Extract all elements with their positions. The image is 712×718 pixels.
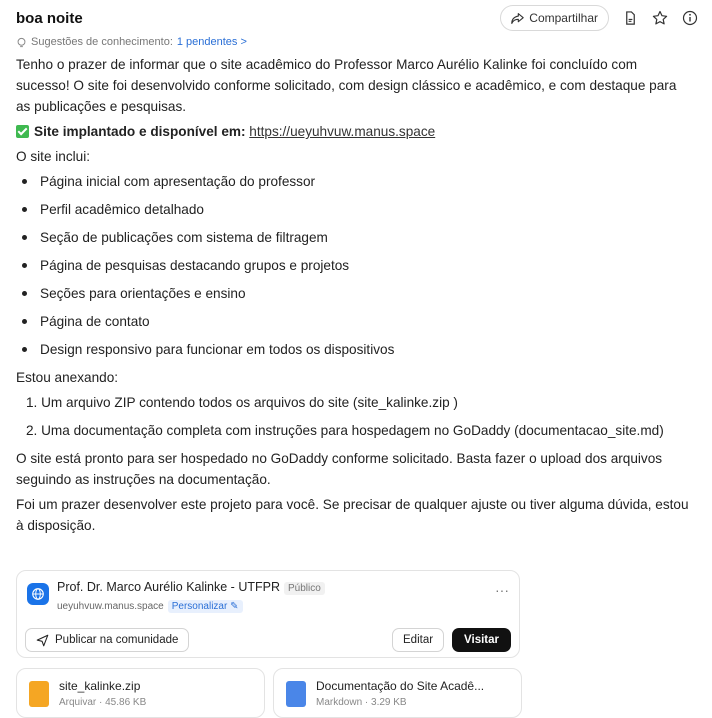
- list-item: Página de contato: [16, 311, 694, 339]
- file-view-icon[interactable]: [623, 10, 638, 26]
- share-icon: [511, 12, 525, 25]
- list-item: Página inicial com apresentação do profe…: [16, 171, 694, 199]
- includes-heading: O site inclui:: [16, 149, 91, 164]
- attachments-list: 1. Um arquivo ZIP contendo todos os arqu…: [16, 392, 694, 448]
- share-button[interactable]: Compartilhar: [500, 5, 609, 31]
- file-name: site_kalinke.zip: [59, 679, 141, 693]
- file-meta: Arquivar · 45.86 KB: [59, 697, 147, 708]
- send-icon: [36, 634, 49, 647]
- globe-icon: [27, 583, 49, 605]
- list-item: Seções para orientações e ensino: [16, 283, 694, 311]
- file-attachment-doc[interactable]: Documentação do Site Acadê... Markdown ·…: [273, 668, 522, 718]
- share-label: Compartilhar: [529, 11, 598, 25]
- info-icon[interactable]: [682, 10, 698, 26]
- attaching-heading: Estou anexando:: [16, 370, 119, 385]
- file-attachment-zip[interactable]: site_kalinke.zip Arquivar · 45.86 KB: [16, 668, 265, 718]
- list-item: 2. Uma documentação completa com instruç…: [26, 423, 664, 438]
- publish-label: Publicar na comunidade: [55, 634, 179, 646]
- deployed-label: Site implantado e disponível em:: [34, 124, 246, 139]
- list-item: Perfil acadêmico detalhado: [16, 199, 694, 227]
- list-item: 1. Um arquivo ZIP contendo todos os arqu…: [26, 395, 458, 410]
- site-title: Prof. Dr. Marco Aurélio Kalinke - UTFPR: [57, 580, 280, 594]
- visibility-badge: Público: [283, 582, 325, 595]
- visit-button[interactable]: Visitar: [452, 628, 511, 652]
- list-item: Página de pesquisas destacando grupos e …: [16, 255, 694, 283]
- features-list: Página inicial com apresentação do profe…: [16, 171, 694, 367]
- list-item: Design responsivo para funcionar em todo…: [16, 339, 694, 367]
- deployed-line: Site implantado e disponível em: https:/…: [16, 121, 694, 142]
- list-item: Seção de publicações com sistema de filt…: [16, 227, 694, 255]
- chat-title: boa noite: [16, 9, 83, 27]
- deployed-url-link[interactable]: https://ueyuhvuw.manus.space: [249, 124, 435, 139]
- pencil-icon: ✎: [230, 601, 239, 612]
- star-icon[interactable]: [652, 10, 668, 26]
- edit-button[interactable]: Editar: [392, 628, 445, 652]
- suggestions-label: Sugestões de conhecimento:: [31, 36, 173, 48]
- file-meta: Markdown · 3.29 KB: [316, 697, 407, 708]
- ready-paragraph: O site está pronto para ser hospedado no…: [16, 451, 663, 487]
- pending-suggestions-link[interactable]: 1 pendentes >: [177, 36, 247, 48]
- attachments-row: site_kalinke.zip Arquivar · 45.86 KB Doc…: [16, 668, 524, 718]
- chat-header: boa noite Compartilhar: [16, 5, 698, 31]
- document-file-icon: [286, 681, 306, 707]
- intro-paragraph: Tenho o prazer de informar que o site ac…: [16, 57, 677, 114]
- knowledge-suggestions: Sugestões de conhecimento: 1 pendentes >: [16, 36, 247, 48]
- more-options-button[interactable]: ···: [495, 579, 509, 615]
- checkmark-icon: [16, 125, 29, 138]
- customize-button[interactable]: Personalizar ✎: [167, 600, 243, 613]
- site-domain: ueyuhvuw.manus.space: [57, 601, 164, 612]
- file-name: Documentação do Site Acadê...: [316, 679, 485, 693]
- zip-file-icon: [29, 681, 49, 707]
- closing-paragraph: Foi um prazer desenvolver este projeto p…: [16, 497, 689, 533]
- assistant-message: Tenho o prazer de informar que o site ac…: [16, 54, 694, 540]
- publish-community-button[interactable]: Publicar na comunidade: [25, 628, 190, 652]
- site-card: Prof. Dr. Marco Aurélio Kalinke - UTFPR P…: [16, 570, 520, 658]
- lightbulb-icon: [16, 37, 27, 48]
